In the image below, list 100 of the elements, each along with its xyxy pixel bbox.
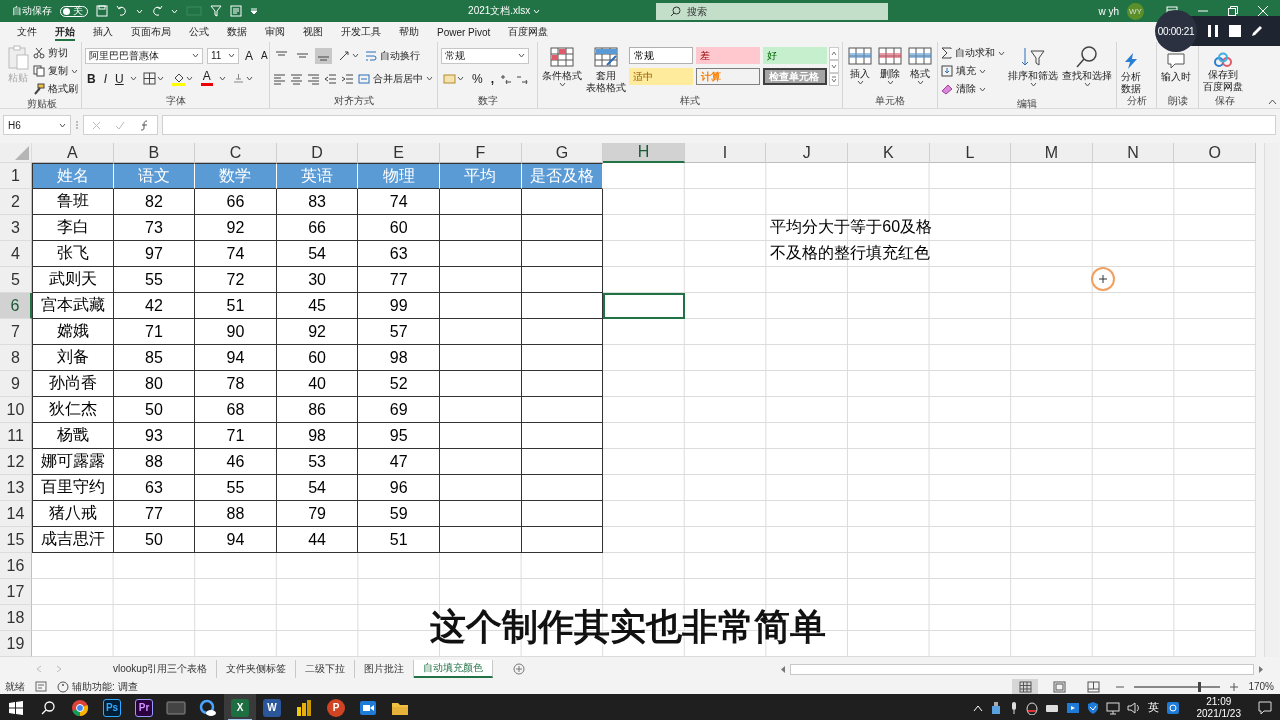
premiere-icon[interactable]: Pr — [135, 698, 153, 717]
network-icon[interactable] — [1105, 700, 1120, 715]
page-break-icon[interactable] — [1086, 680, 1100, 693]
caret-icon[interactable] — [156, 76, 164, 81]
column-header[interactable]: E — [358, 143, 440, 163]
search-icon[interactable] — [41, 700, 55, 715]
save-icon[interactable] — [96, 5, 108, 17]
collapse-ribbon-icon[interactable] — [1268, 99, 1277, 105]
format-cells-button[interactable]: 格式 — [906, 45, 934, 85]
undo-icon[interactable] — [116, 5, 128, 17]
input-method[interactable]: 英 — [1147, 700, 1159, 715]
accessibility-icon[interactable] — [57, 680, 69, 693]
column-header[interactable]: K — [847, 143, 930, 163]
column-header[interactable]: O — [1174, 143, 1256, 163]
notification-icon[interactable] — [1258, 700, 1272, 715]
caret-icon[interactable] — [979, 68, 986, 74]
function-icon[interactable] — [139, 119, 149, 131]
analyze-data-button[interactable]: 分析 数据 — [1120, 52, 1142, 94]
wrap-text-button[interactable]: 自动换行 — [365, 47, 420, 64]
row-header[interactable]: 6 — [0, 293, 32, 319]
caret-icon[interactable] — [245, 76, 253, 81]
search-field[interactable]: 搜索 — [656, 2, 889, 20]
delete-cells-button[interactable]: 删除 — [876, 45, 904, 85]
cloud-app-icon[interactable] — [199, 698, 217, 717]
cell-style-option[interactable]: 适中 — [629, 68, 693, 85]
shield-icon[interactable] — [1086, 700, 1099, 715]
bold-button[interactable]: B — [85, 70, 98, 87]
page-layout-icon[interactable] — [1052, 680, 1066, 693]
column-header[interactable]: L — [929, 143, 1012, 163]
merge-center-button[interactable]: 合并后居中 — [358, 70, 433, 87]
accessibility-status[interactable]: 辅助功能: 调查 — [72, 679, 138, 694]
fill-color-icon[interactable] — [171, 71, 185, 86]
ribbon-tab[interactable]: 页面布局 — [122, 22, 180, 42]
volume-icon[interactable] — [1126, 700, 1141, 715]
column-header[interactable]: N — [1092, 143, 1175, 163]
row-header[interactable]: 1 — [0, 163, 32, 189]
scroll-right-icon[interactable] — [1256, 663, 1265, 675]
font-size-field[interactable]: 11 — [207, 47, 239, 64]
cell-style-option[interactable]: 常规 — [629, 47, 693, 64]
grow-font-button[interactable]: A — [243, 47, 255, 64]
ribbon-tab[interactable]: 视图 — [294, 22, 332, 42]
conditional-formatting-button[interactable]: 条件格式 — [541, 45, 583, 87]
border-icon[interactable] — [142, 72, 156, 85]
clear-button[interactable]: 清除 — [941, 81, 1005, 97]
powerpoint-icon[interactable]: P — [327, 698, 345, 717]
horizontal-scrollbar[interactable] — [790, 663, 1254, 675]
caret-icon[interactable] — [886, 80, 894, 85]
row-header[interactable]: 18 — [0, 605, 32, 631]
filter-icon[interactable] — [210, 5, 222, 17]
ribbon-tab[interactable]: 开发工具 — [332, 22, 390, 42]
tablet-icon[interactable] — [166, 699, 186, 716]
ribbon-tab[interactable]: 文件 — [8, 22, 46, 42]
column-header[interactable]: D — [276, 143, 359, 163]
excel-icon[interactable]: X — [231, 698, 249, 717]
video-app-icon[interactable] — [359, 698, 377, 717]
ribbon-tab[interactable]: 百度网盘 — [499, 22, 558, 42]
italic-button[interactable]: I — [101, 70, 109, 87]
column-header[interactable]: A — [32, 143, 114, 163]
phonetic-icon[interactable] — [231, 72, 245, 85]
ribbon-tab[interactable]: 开始 — [46, 22, 84, 42]
caret-icon[interactable] — [192, 53, 199, 58]
cut-button[interactable]: 剪切 — [33, 45, 78, 61]
bar-chart-app-icon[interactable] — [295, 698, 313, 717]
insert-cells-button[interactable]: 插入 — [846, 45, 874, 85]
increase-indent-icon[interactable] — [341, 72, 354, 85]
decrease-indent-icon[interactable] — [324, 72, 337, 85]
caret-icon[interactable] — [71, 68, 78, 74]
row-header[interactable]: 14 — [0, 501, 32, 527]
macro-icon[interactable] — [35, 681, 47, 692]
increase-decimal-icon[interactable] — [500, 72, 512, 85]
comma-button[interactable]: , — [488, 70, 496, 87]
copy-button[interactable]: 复制 — [33, 63, 78, 79]
row-header[interactable]: 17 — [0, 579, 32, 605]
ribbon-tab[interactable]: 数据 — [218, 22, 256, 42]
redo-icon[interactable] — [151, 5, 163, 17]
caret-icon[interactable] — [129, 76, 137, 81]
scroll-down-icon[interactable] — [829, 60, 839, 73]
caret-icon[interactable] — [218, 76, 226, 81]
row-header[interactable]: 15 — [0, 527, 32, 553]
row-header[interactable]: 5 — [0, 267, 32, 293]
form-icon[interactable] — [230, 5, 242, 17]
row-header[interactable]: 19 — [0, 631, 32, 657]
zoom-level[interactable]: 170% — [1248, 681, 1280, 692]
column-header[interactable]: B — [113, 143, 196, 163]
start-icon[interactable] — [9, 700, 23, 715]
number-format-field[interactable]: 常规 — [441, 47, 529, 64]
usb-icon[interactable] — [989, 700, 1002, 715]
show-hidden-icon[interactable] — [972, 703, 983, 712]
sort-filter-button[interactable]: 排序和筛选 — [1007, 45, 1059, 87]
formula-input[interactable] — [162, 115, 1276, 135]
ribbon-tab[interactable]: 公式 — [180, 22, 218, 42]
caret-icon[interactable] — [916, 80, 924, 85]
row-header[interactable]: 16 — [0, 553, 32, 579]
caret-icon[interactable] — [185, 76, 193, 81]
autosum-button[interactable]: 自动求和 — [941, 45, 1005, 61]
add-sheet-icon[interactable] — [513, 663, 526, 675]
customize-icon[interactable] — [250, 7, 258, 15]
row-header[interactable]: 13 — [0, 475, 32, 501]
caret-icon[interactable] — [998, 50, 1005, 56]
row-header[interactable]: 3 — [0, 215, 32, 241]
